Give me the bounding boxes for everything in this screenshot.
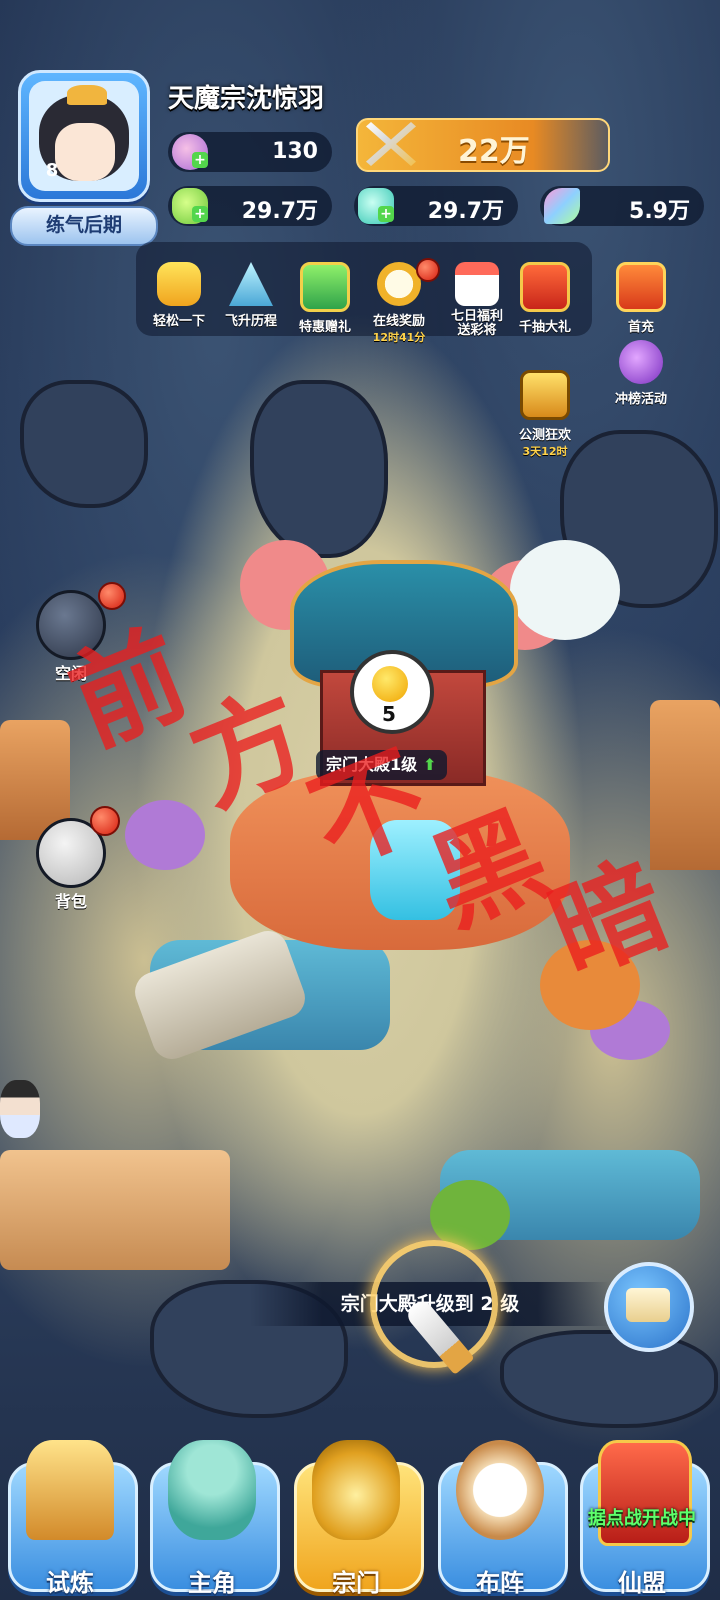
event-special-gift[interactable]: 特惠赠礼 [288, 262, 362, 335]
notification-dot [90, 806, 120, 836]
player-level: 8 [45, 160, 59, 181]
event-label: 首充 [627, 320, 654, 335]
add-jade-icon[interactable]: + [192, 206, 208, 222]
clock-icon [377, 262, 421, 306]
treasure-chest-icon [520, 262, 570, 312]
yin-yang-disc-icon [456, 1440, 544, 1540]
tab-hero[interactable]: 主角 [144, 1432, 280, 1597]
coin-icon [372, 666, 408, 702]
event-label: 轻松一下 [152, 314, 205, 329]
combat-power-bar[interactable]: 22万 [356, 118, 610, 172]
cliff-rock [20, 380, 148, 508]
combat-power-value: 22万 [458, 134, 530, 169]
tab-trial[interactable]: 试炼 [2, 1432, 138, 1597]
tab-sect[interactable]: 宗门 [288, 1432, 424, 1597]
golden-chest-icon [520, 370, 570, 420]
tab-formation[interactable]: 布阵 [432, 1432, 568, 1597]
task-guide-ring[interactable] [370, 1240, 498, 1375]
spirit-stone-pill[interactable]: + 29.7万 [354, 186, 518, 226]
notification-dot [416, 258, 440, 282]
gift-box-icon [300, 262, 350, 312]
event-label: 公测狂欢 [518, 428, 571, 443]
tab-alliance[interactable]: 据点战开战中 仙盟 [574, 1432, 710, 1597]
tab-label: 布阵 [476, 1569, 524, 1597]
tab-label: 宗门 [332, 1569, 380, 1597]
green-tree [430, 1180, 510, 1250]
incense-burner-icon [312, 1440, 400, 1540]
hall-waterfall [370, 820, 460, 920]
add-spirit-stone-icon[interactable]: + [378, 206, 394, 222]
bag-label: 背包 [54, 892, 87, 911]
spirit-stone-value: 29.7万 [427, 199, 504, 224]
purple-orb-icon [619, 340, 663, 384]
shrine-icon [26, 1440, 114, 1540]
sect-hall[interactable] [230, 520, 570, 960]
sword-icon [403, 1297, 475, 1375]
bubble-count: 5 [382, 702, 396, 726]
idle-label: 空闲 [54, 664, 87, 683]
event-relax[interactable]: 轻松一下 [142, 262, 216, 329]
up-arrow-icon: ⬆ [423, 755, 437, 774]
event-open-beta[interactable]: 公测狂欢 3天12时 [508, 370, 582, 459]
crossed-swords-icon [366, 122, 416, 166]
alliance-banner-icon [598, 1440, 692, 1546]
tab-label: 仙盟 [618, 1569, 666, 1597]
realm-badge[interactable]: 练气后期 [10, 206, 158, 246]
tab-label: 主角 [188, 1569, 236, 1597]
event-timer: 12时41分 [372, 331, 426, 344]
stamina-value: 130 [272, 139, 318, 164]
event-label: 千抽大礼 [518, 320, 571, 335]
disciple-character[interactable] [0, 1080, 40, 1138]
avatar-crown [67, 85, 107, 105]
alliance-battle-banner: 据点战开战中 [588, 1508, 696, 1529]
hall-level-text: 宗门大殿1级 [326, 755, 418, 774]
rainbow-feather-icon [544, 188, 580, 224]
meditating-figure-icon [168, 1440, 256, 1540]
event-ascension[interactable]: 飞升历程 [214, 262, 288, 329]
event-label: 飞升历程 [224, 314, 277, 329]
bottom-nav: 试炼 主角 宗门 布阵 据点战开战中 仙盟 [0, 1420, 720, 1600]
add-stamina-icon[interactable]: + [192, 152, 208, 168]
feather-pill[interactable]: 5.9万 [540, 186, 704, 226]
scroll-icon [626, 1288, 670, 1322]
event-label: 特惠赠礼 [298, 320, 351, 335]
event-ranking[interactable]: 冲榜活动 [604, 340, 678, 407]
right-pavilion[interactable] [650, 700, 720, 870]
calendar-icon [455, 262, 499, 306]
event-seven-day[interactable]: 七日福利送彩将 [440, 262, 514, 338]
player-name: 天魔宗沈惊羽 [168, 84, 325, 114]
first-recharge-chest-icon [616, 262, 666, 312]
jade-pill[interactable]: + 29.7万 [168, 186, 332, 226]
event-timer: 3天12时 [522, 445, 568, 458]
scroll-chat-button[interactable] [604, 1262, 694, 1352]
waterfall-mountain-icon [229, 262, 273, 306]
lower-left-pavilion[interactable] [0, 1150, 230, 1270]
feather-value: 5.9万 [629, 199, 690, 224]
hammer-icon [36, 590, 106, 660]
hall-level-label[interactable]: 宗门大殿1级 ⬆ [316, 750, 447, 780]
notification-dot [98, 582, 126, 610]
hall-upgrade-bubble[interactable]: 5 [350, 650, 434, 734]
gamepad-icon [157, 262, 201, 306]
jade-value: 29.7万 [241, 199, 318, 224]
event-label: 冲榜活动 [614, 392, 667, 407]
event-thousand-draws[interactable]: 千抽大礼 [508, 262, 582, 335]
event-label: 在线奖励 [372, 314, 425, 329]
stamina-pill[interactable]: + 130 [168, 132, 332, 172]
purple-tree [125, 800, 205, 870]
event-label: 七日福利送彩将 [450, 309, 503, 338]
tab-label: 试炼 [46, 1569, 94, 1597]
event-first-recharge[interactable]: 首充 [604, 262, 678, 335]
